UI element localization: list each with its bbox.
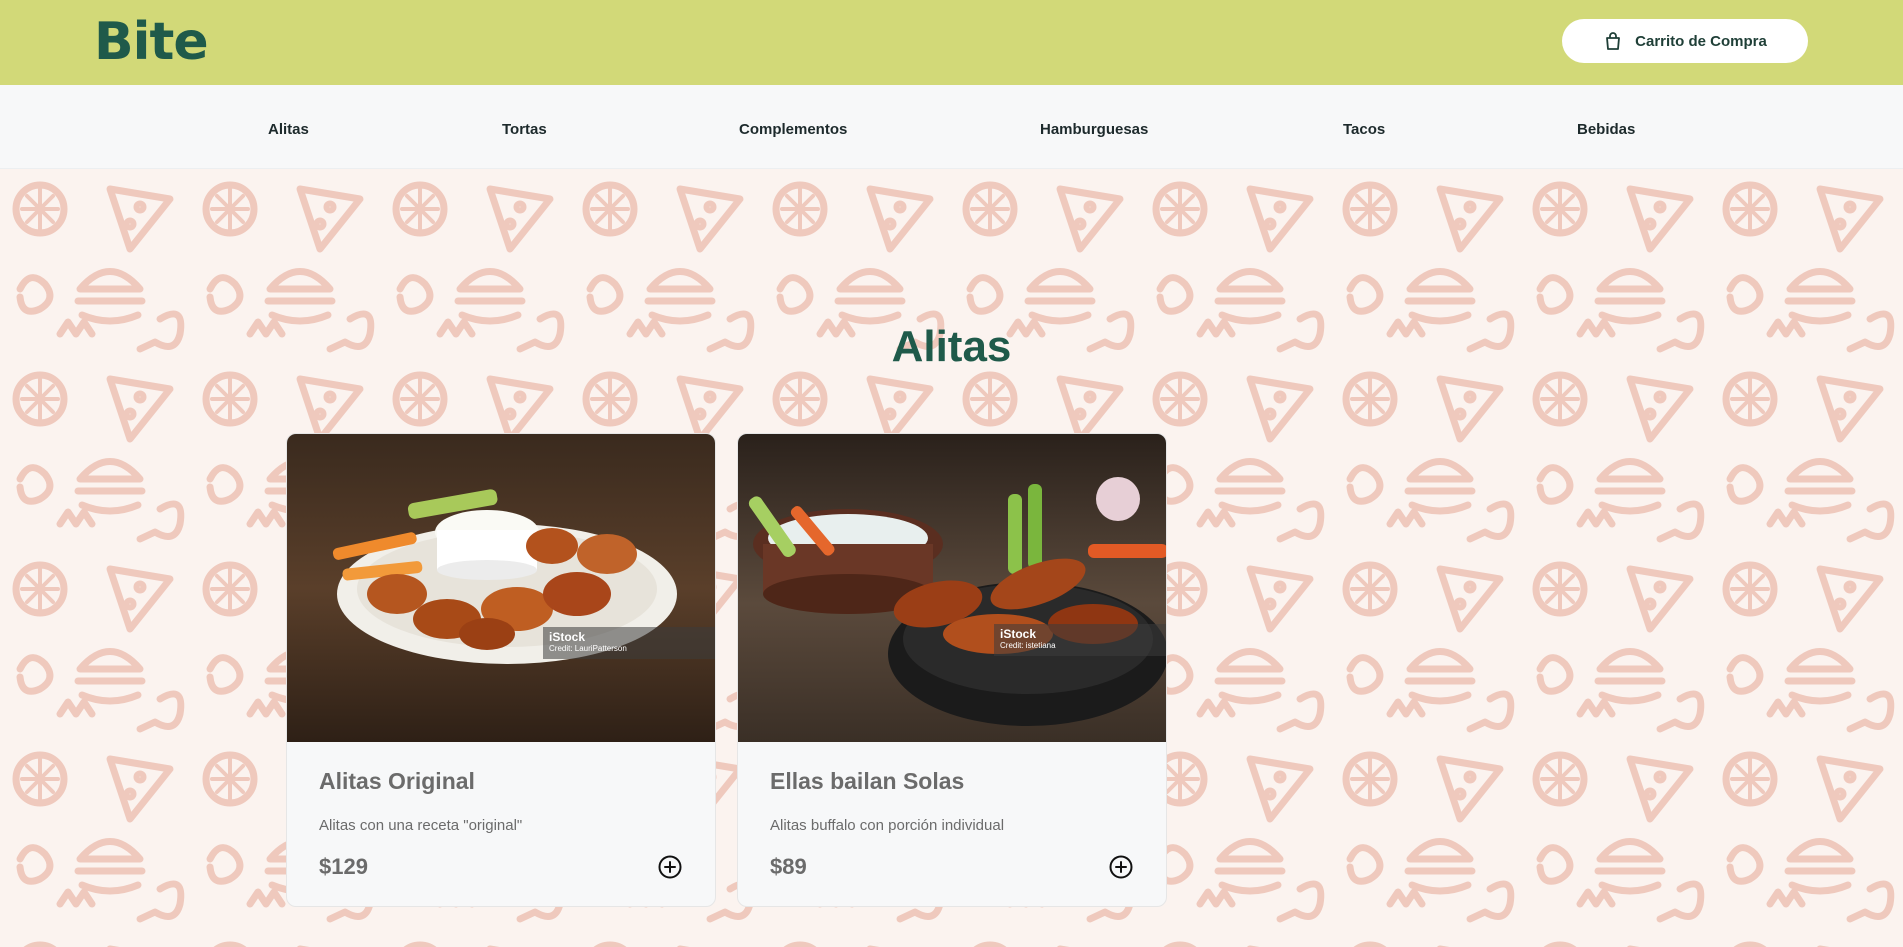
product-card[interactable]: iStock Credit: istetiana Ellas bailan So…	[737, 433, 1167, 907]
product-name: Alitas Original	[319, 768, 475, 794]
tab-complementos[interactable]: Complementos	[739, 121, 847, 138]
image-watermark: iStock Credit: LauriPatterson	[543, 627, 715, 659]
product-description: Alitas con una receta "original"	[319, 817, 523, 834]
product-card[interactable]: iStock Credit: LauriPatterson Alitas Ori…	[286, 433, 716, 907]
add-to-cart-button[interactable]	[657, 854, 683, 880]
image-watermark: iStock Credit: istetiana	[994, 624, 1166, 656]
page: Bite Carrito de Compra Alitas Tortas Com…	[0, 0, 1903, 947]
top-header: Bite Carrito de Compra	[0, 0, 1903, 85]
product-info: Alitas Original Alitas con una receta "o…	[319, 768, 683, 880]
shopping-bag-icon	[1603, 31, 1623, 51]
tab-alitas[interactable]: Alitas	[268, 121, 309, 138]
add-to-cart-button[interactable]	[1108, 854, 1134, 880]
tab-tacos[interactable]: Tacos	[1343, 121, 1385, 138]
product-description: Alitas buffalo con porción individual	[770, 817, 1005, 834]
tab-tortas[interactable]: Tortas	[502, 121, 547, 138]
product-image: iStock Credit: LauriPatterson	[287, 434, 715, 742]
brand-logo[interactable]: Bite	[94, 12, 209, 72]
shopping-cart-button[interactable]: Carrito de Compra	[1562, 19, 1808, 63]
tab-hamburguesas[interactable]: Hamburguesas	[1040, 121, 1148, 138]
product-price: $89	[770, 854, 807, 879]
product-info: Ellas bailan Solas Alitas buffalo con po…	[770, 768, 1134, 880]
section-title: Alitas	[891, 322, 1012, 371]
product-name: Ellas bailan Solas	[770, 768, 965, 794]
category-nav: Alitas Tortas Complementos Hamburguesas …	[0, 85, 1903, 169]
product-image: iStock Credit: istetiana	[738, 434, 1166, 742]
plus-circle-icon	[658, 855, 682, 879]
plus-circle-icon	[1109, 855, 1133, 879]
cart-label: Carrito de Compra	[1635, 32, 1767, 50]
tab-bebidas[interactable]: Bebidas	[1577, 121, 1635, 138]
product-price: $129	[319, 854, 368, 879]
